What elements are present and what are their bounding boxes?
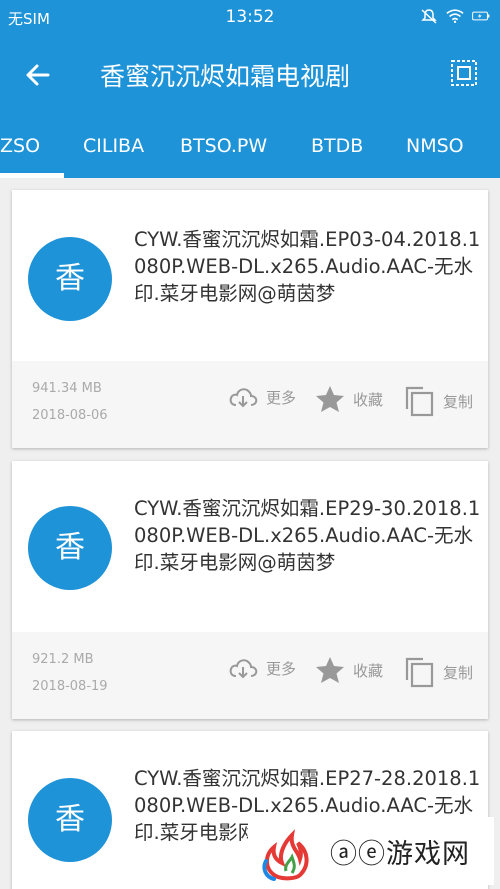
active-tab-indicator [0, 173, 64, 178]
more-button[interactable]: 更多 [228, 385, 296, 409]
file-size: 941.34 MB [32, 381, 102, 396]
page-title: 香蜜沉沉烬如霜电视剧 [100, 62, 351, 91]
source-tabs: ZSO CILIBA BTSO.PW BTDB NMSO [0, 115, 500, 178]
wifi-icon [446, 9, 464, 24]
result-title: CYW.香蜜沉沉烬如霜.EP03-04.2018.1080P.WEB-DL.x2… [134, 228, 481, 305]
tab-nmso[interactable]: NMSO [406, 135, 464, 157]
favorite-button[interactable]: 收藏 [315, 656, 383, 684]
star-icon [316, 657, 344, 683]
status-icons [420, 8, 490, 24]
copy-icon [405, 386, 434, 417]
copy-button[interactable]: 复制 [403, 656, 473, 688]
site-watermark: ⓐⓔ游戏网 [248, 817, 494, 885]
status-bar: 无SIM 13:52 [0, 0, 500, 35]
file-date: 2018-08-06 [32, 408, 108, 423]
more-button[interactable]: 更多 [228, 656, 296, 680]
tab-btso[interactable]: BTSO.PW [180, 135, 267, 157]
tab-ciliba[interactable]: CILIBA [83, 135, 144, 157]
star-icon [316, 386, 344, 412]
watermark-text: ⓐⓔ游戏网 [330, 838, 470, 870]
more-label: 更多 [266, 388, 297, 407]
mute-bell-icon [421, 9, 437, 24]
flame-logo-icon [262, 829, 309, 881]
avatar: 香 [28, 237, 112, 321]
copy-label: 复制 [443, 663, 474, 682]
card-footer: 921.2 MB 2018-08-19 更多 收藏 复制 [12, 632, 488, 719]
back-arrow-icon[interactable] [22, 59, 54, 91]
result-card[interactable]: 香 CYW.香蜜沉沉烬如霜.EP03-04.2018.1080P.WEB-DL.… [12, 190, 488, 448]
avatar: 香 [28, 778, 112, 862]
avatar: 香 [28, 506, 112, 590]
favorite-label: 收藏 [353, 390, 384, 409]
file-size: 921.2 MB [32, 652, 94, 667]
select-all-icon[interactable] [450, 59, 478, 87]
copy-label: 复制 [443, 392, 474, 411]
app-bar: 香蜜沉沉烬如霜电视剧 [0, 35, 500, 115]
battery-charging-icon [472, 11, 490, 21]
favorite-button[interactable]: 收藏 [315, 385, 383, 413]
more-label: 更多 [266, 659, 297, 678]
card-footer: 941.34 MB 2018-08-06 更多 收藏 复制 [12, 361, 488, 448]
copy-button[interactable]: 复制 [403, 385, 473, 417]
cloud-download-icon [229, 659, 258, 679]
result-card[interactable]: 香 CYW.香蜜沉沉烬如霜.EP29-30.2018.1080P.WEB-DL.… [12, 461, 488, 719]
cloud-download-icon [229, 388, 258, 408]
copy-icon [405, 657, 434, 688]
result-title: CYW.香蜜沉沉烬如霜.EP29-30.2018.1080P.WEB-DL.x2… [134, 497, 481, 574]
file-date: 2018-08-19 [32, 679, 108, 694]
tab-zso[interactable]: ZSO [0, 135, 40, 157]
tab-btdb[interactable]: BTDB [311, 135, 363, 157]
favorite-label: 收藏 [353, 661, 384, 680]
